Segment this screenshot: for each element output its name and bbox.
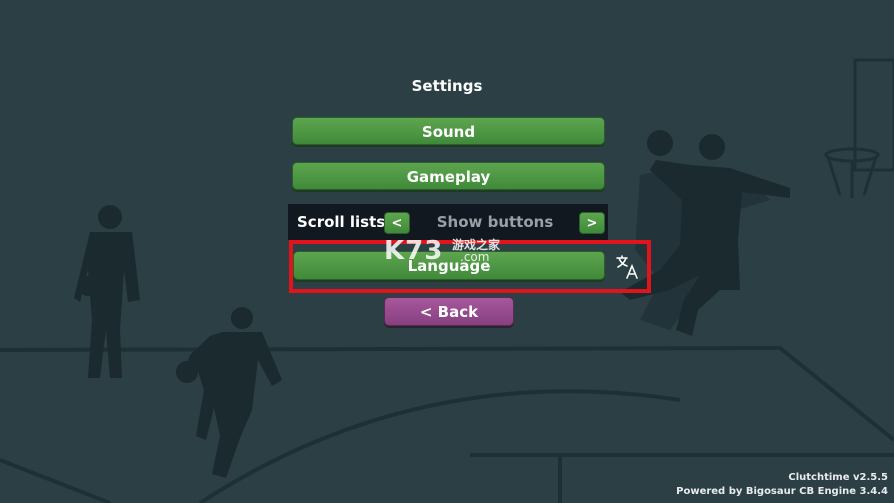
gameplay-button-label: Gameplay <box>406 168 491 186</box>
scroll-lists-label: Scroll lists <box>297 213 386 231</box>
scroll-lists-value: Show buttons <box>436 213 554 231</box>
back-button[interactable]: < Back <box>384 297 514 326</box>
version-text: Clutchtime v2.5.5 <box>788 472 888 483</box>
sound-button[interactable]: Sound <box>292 117 605 145</box>
scroll-lists-row: Scroll lists < Show buttons > <box>288 204 608 240</box>
page-title: Settings <box>411 77 483 95</box>
gameplay-button[interactable]: Gameplay <box>292 162 605 190</box>
site-watermark: K73 游戏之家 .com <box>384 236 500 266</box>
back-button-label: < Back <box>419 303 479 321</box>
watermark-logo: K73 <box>384 236 444 266</box>
scroll-lists-prev-button[interactable]: < <box>384 212 410 234</box>
engine-credit-text: Powered by Bigosaur CB Engine 3.4.4 <box>676 486 888 497</box>
scroll-lists-next-button[interactable]: > <box>579 212 605 234</box>
translate-icon[interactable] <box>615 254 641 280</box>
watermark-domain: .com <box>460 250 490 264</box>
sound-button-label: Sound <box>421 123 476 141</box>
